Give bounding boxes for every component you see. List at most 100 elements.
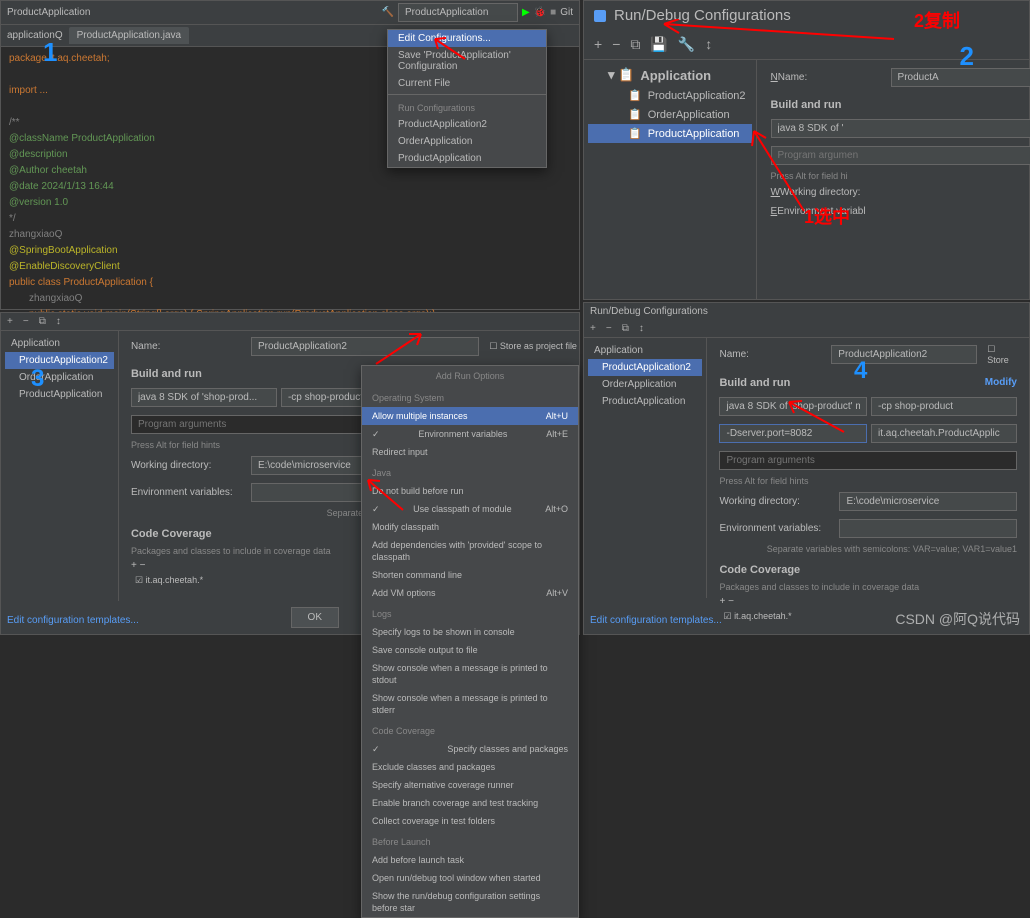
tree-order[interactable]: 📋OrderApplication [588, 105, 752, 124]
copy-icon[interactable]: ⧉ [630, 36, 640, 53]
opt-vm[interactable]: Add VM optionsAlt+V [362, 584, 578, 602]
opt-env-vars[interactable]: ✓ Environment variablesAlt+E [362, 425, 578, 443]
ok-button[interactable]: OK [291, 607, 339, 628]
tree-order[interactable]: OrderApplication [588, 376, 702, 393]
java-sdk[interactable] [131, 388, 277, 407]
edit-templates-link[interactable]: Edit configuration templates... [7, 615, 139, 626]
save-icon[interactable]: 💾 [650, 36, 667, 53]
vm-options-input[interactable] [719, 424, 867, 443]
java-sdk-input[interactable] [771, 119, 1030, 138]
git-label[interactable]: Git [560, 7, 573, 18]
opt-stderr[interactable]: Show console when a message is printed t… [362, 689, 578, 719]
config-toolbar-4: + − ⧉ ↕ [584, 320, 1029, 338]
wdir-input[interactable] [839, 492, 1017, 511]
build-run-title: Build and run [761, 91, 1030, 115]
add-icon[interactable]: + [590, 323, 596, 334]
opt-open-tool[interactable]: Open run/debug tool window when started [362, 869, 578, 887]
program-args-input[interactable] [771, 146, 1030, 165]
remove-icon[interactable]: − [606, 323, 612, 334]
sort-icon[interactable]: ↕ [56, 316, 61, 327]
opt-redirect[interactable]: Redirect input [362, 443, 578, 461]
config-tree-4: Application ProductApplication2 OrderApp… [584, 338, 707, 598]
annotation-3: 3 [31, 365, 44, 393]
opt-branch[interactable]: Enable branch coverage and test tracking [362, 794, 578, 812]
tree-order[interactable]: OrderApplication [5, 369, 114, 386]
classpath[interactable] [871, 397, 1017, 416]
remove-icon[interactable]: − [728, 596, 734, 607]
copy-icon[interactable]: ⧉ [39, 316, 46, 327]
add-run-options-popup: Add Run Options Operating System Allow m… [361, 365, 579, 918]
modify-link[interactable]: Modify [985, 377, 1017, 389]
watermark: CSDN @阿Q说代码 [895, 609, 1020, 629]
remove-icon[interactable]: − [23, 316, 29, 327]
opt-save-console[interactable]: Save console output to file [362, 641, 578, 659]
name-input[interactable] [251, 337, 479, 356]
sort-icon[interactable]: ↕ [705, 36, 712, 53]
copy-icon[interactable]: ⧉ [622, 323, 629, 334]
annotation-select: 1选中 [804, 203, 850, 229]
main-class[interactable] [871, 424, 1017, 443]
menu-app[interactable]: ProductApplication [388, 150, 546, 167]
opt-show-settings[interactable]: Show the run/debug configuration setting… [362, 887, 578, 917]
menu-app2[interactable]: ProductApplication2 [388, 116, 546, 133]
add-icon[interactable]: + [7, 316, 13, 327]
tree-app-selected[interactable]: 📋ProductApplication [588, 124, 752, 143]
wrench-icon[interactable]: 🔧 [678, 36, 695, 53]
stop-icon[interactable]: ■ [550, 7, 556, 18]
hammer-icon[interactable]: 🔨 [382, 7, 394, 18]
sort-icon[interactable]: ↕ [639, 323, 644, 334]
config-form-4: Name:☐ Store Build and runModify Press A… [707, 338, 1029, 598]
store-cb[interactable]: ☐ Store [987, 344, 1017, 365]
add-icon[interactable]: + [594, 36, 602, 53]
config-tree: ▾ 📋Application 📋ProductApplication2 📋Ord… [584, 60, 757, 300]
opt-alt-runner[interactable]: Specify alternative coverage runner [362, 776, 578, 794]
opt-no-build[interactable]: Do not build before run [362, 482, 578, 500]
opt-classpath[interactable]: ✓ Use classpath of moduleAlt+O [362, 500, 578, 518]
run-config-dropdown: Edit Configurations... Save 'ProductAppl… [387, 29, 547, 168]
opt-test-folders[interactable]: Collect coverage in test folders [362, 812, 578, 830]
java-sdk[interactable] [719, 397, 867, 416]
opt-excl[interactable]: Exclude classes and packages [362, 758, 578, 776]
tree-app2-sel[interactable]: ProductApplication2 [588, 359, 702, 376]
annotation-4: 4 [854, 357, 867, 385]
run-config-selector[interactable]: ProductApplication [398, 3, 518, 22]
remove-icon[interactable]: − [140, 560, 146, 571]
opt-shorten[interactable]: Shorten command line [362, 566, 578, 584]
opt-multi-instance[interactable]: Allow multiple instancesAlt+U [362, 407, 578, 425]
opt-provided[interactable]: Add dependencies with 'provided' scope t… [362, 536, 578, 566]
opt-before-launch[interactable]: Add before launch task [362, 851, 578, 869]
tree-application[interactable]: Application [5, 335, 114, 352]
editor-tab[interactable]: ProductApplication.java [69, 27, 190, 44]
tree-app[interactable]: ProductApplication [5, 386, 114, 403]
tree-app2-sel[interactable]: ProductApplication2 [5, 352, 114, 369]
opt-stdout[interactable]: Show console when a message is printed t… [362, 659, 578, 689]
remove-icon[interactable]: − [612, 36, 620, 53]
tree-app[interactable]: Application [588, 342, 702, 359]
tree-app2[interactable]: 📋ProductApplication2 [588, 86, 752, 105]
dialog-title-4: Run/Debug Configurations [584, 303, 1029, 320]
name-label: Name: [719, 349, 821, 360]
opt-spec-cls[interactable]: ✓ Specify classes and packages [362, 740, 578, 758]
annotation-copy: 2复制 [914, 7, 960, 33]
env-input[interactable] [839, 519, 1017, 538]
menu-current-file[interactable]: Current File [388, 75, 546, 92]
program-args[interactable] [719, 451, 1017, 470]
opt-logs[interactable]: Specify logs to be shown in console [362, 623, 578, 641]
dialog-title: Run/Debug Configurations [614, 7, 791, 24]
tree-app-last[interactable]: ProductApplication [588, 393, 702, 410]
menu-save-config[interactable]: Save 'ProductApplication' Configuration [388, 47, 546, 75]
menu-order[interactable]: OrderApplication [388, 133, 546, 150]
tree-application: ▾ 📋Application [588, 64, 752, 86]
add-icon[interactable]: + [131, 560, 137, 571]
menu-header: Run Configurations [388, 97, 546, 116]
popup-title: Add Run Options [362, 366, 578, 386]
breadcrumb[interactable]: ProductApplication [7, 7, 90, 18]
edit-templates-link[interactable]: Edit configuration templates... [590, 615, 722, 626]
opt-mod-cp[interactable]: Modify classpath [362, 518, 578, 536]
store-checkbox[interactable]: ☐ Store as project file [489, 341, 577, 352]
debug-icon[interactable]: 🐞 [534, 7, 546, 18]
wdir-label: Working directory: [719, 496, 829, 507]
menu-edit-config[interactable]: Edit Configurations... [388, 30, 546, 47]
run-icon[interactable]: ▶ [522, 7, 530, 18]
add-icon[interactable]: + [719, 596, 725, 607]
